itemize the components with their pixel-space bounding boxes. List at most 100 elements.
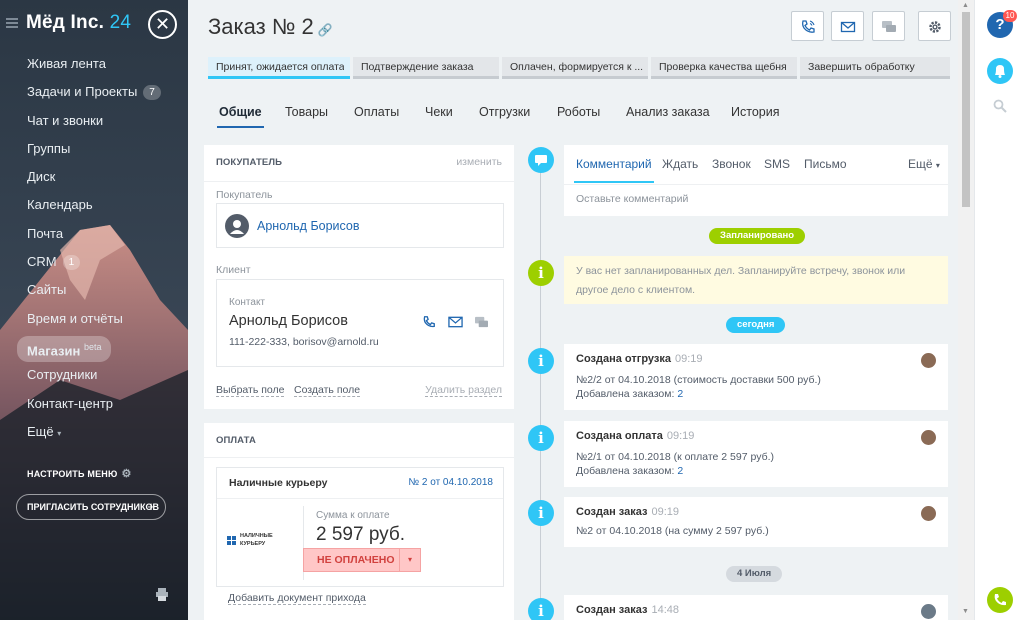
event-title: Создана отгрузка 09:19 — [576, 353, 703, 365]
sum-amount: 2 597 руб. — [316, 524, 406, 545]
sidebar-item-sites[interactable]: Сайты — [0, 279, 188, 307]
main-content: Заказ № 2 🔗 Принят, ожидается оплата Подт… — [188, 0, 974, 620]
comment-input[interactable]: Оставьте комментарий — [576, 193, 688, 205]
add-receipt-doc-link[interactable]: Добавить документ прихода — [228, 592, 366, 605]
email-button[interactable] — [831, 11, 864, 41]
vertical-scrollbar[interactable]: ▲ ▼ — [958, 0, 974, 620]
tab-analysis[interactable]: Анализ заказа — [626, 105, 710, 119]
scroll-down-icon[interactable]: ▼ — [962, 608, 969, 615]
buyer-box[interactable]: Арнольд Борисов — [216, 203, 504, 248]
contact-name[interactable]: Арнольд Борисов — [229, 313, 348, 329]
sidebar-item-more[interactable]: Ещё ▾ — [0, 421, 188, 449]
tab-robots[interactable]: Роботы — [557, 105, 600, 119]
contact-box: Контакт Арнольд Борисов 111-222-333, bor… — [216, 279, 504, 367]
payment-doc-link[interactable]: № 2 от 04.10.2018 — [408, 477, 493, 488]
wallet-icon — [227, 536, 236, 545]
section-title: ОПЛАТА — [216, 435, 256, 446]
event-sub: Добавлена заказом: 2 — [576, 388, 684, 400]
close-icon[interactable]: ✕ — [148, 10, 177, 39]
notifications-button[interactable] — [987, 58, 1013, 84]
edit-link[interactable]: изменить — [456, 156, 502, 168]
configure-menu-button[interactable]: НАСТРОИТЬ МЕНЮ ⚙ — [27, 467, 132, 480]
gear-icon — [929, 21, 941, 33]
sidebar-item-time[interactable]: Время и отчёты — [0, 308, 188, 336]
stage-item[interactable]: Принят, ожидается оплата — [208, 57, 350, 79]
order-stage-bar: Принят, ожидается оплата Подтверждение з… — [208, 57, 950, 79]
printer-icon[interactable] — [156, 588, 168, 601]
portal-logo[interactable]: Мёд Inc. 24 — [26, 12, 131, 34]
activity-tab-wait[interactable]: Ждать — [662, 157, 698, 171]
info-icon: i — [528, 348, 554, 374]
telephony-button[interactable] — [987, 587, 1013, 613]
avatar[interactable] — [921, 430, 936, 445]
activity-tab-comment[interactable]: Комментарий — [574, 157, 654, 183]
gear-icon: ⚙ — [121, 468, 132, 480]
scrollbar-thumb[interactable] — [962, 12, 970, 207]
sidebar-menu: Живая лента Задачи и Проекты 7 Чат и звон… — [0, 53, 188, 449]
payment-status-dropdown[interactable]: НЕ ОПЛАЧЕНО ▾ — [303, 548, 421, 572]
event-link[interactable]: №2/2 от 04.10.2018 (стоимость доставки 5… — [576, 374, 821, 386]
mail-icon[interactable] — [448, 316, 463, 328]
phone-icon — [802, 20, 815, 33]
tab-products[interactable]: Товары — [285, 105, 328, 119]
sidebar-item-mail[interactable]: Почта — [0, 223, 188, 251]
settings-button[interactable] — [918, 11, 951, 41]
activity-tab-sms[interactable]: SMS — [764, 157, 790, 171]
left-sidebar: Мёд Inc. 24 ✕ Живая лента Задачи и Проек… — [0, 0, 188, 620]
sidebar-item-calendar[interactable]: Календарь — [0, 194, 188, 222]
avatar[interactable] — [921, 353, 936, 368]
menu-burger-icon[interactable] — [6, 18, 18, 28]
activity-tab-call[interactable]: Звонок — [712, 157, 751, 171]
contact-info: 111-222-333, borisov@arnold.ru — [229, 336, 379, 348]
stage-item[interactable]: Подтверждение заказа — [353, 57, 499, 79]
phone-icon[interactable] — [422, 315, 436, 329]
sidebar-item-shop[interactable]: Магазин beta — [0, 335, 188, 364]
sidebar-item-groups[interactable]: Группы — [0, 138, 188, 166]
tab-payments[interactable]: Оплаты — [354, 105, 399, 119]
link-icon[interactable]: 🔗 — [318, 23, 333, 37]
avatar[interactable] — [921, 604, 936, 619]
call-button[interactable] — [791, 11, 824, 41]
event-title: Создан заказ 09:19 — [576, 506, 679, 518]
stage-item[interactable]: Оплачен, формируется к ... — [502, 57, 648, 79]
timeline-line — [540, 160, 541, 620]
sidebar-item-feed[interactable]: Живая лента — [0, 53, 188, 81]
sidebar-item-crm[interactable]: CRM 1 — [0, 251, 188, 279]
counter-badge: 7 — [143, 85, 161, 101]
activity-tab-email[interactable]: Письмо — [804, 157, 847, 171]
tab-shipments[interactable]: Отгрузки — [479, 105, 530, 119]
scroll-up-icon[interactable]: ▲ — [962, 2, 969, 9]
planned-badge: Запланировано — [709, 228, 806, 244]
select-field-link[interactable]: Выбрать поле — [216, 384, 285, 397]
avatar — [225, 214, 249, 238]
today-badge: сегодня — [726, 317, 786, 333]
sidebar-item-employees[interactable]: Сотрудники — [0, 364, 188, 392]
tab-receipts[interactable]: Чеки — [425, 105, 453, 119]
event-link[interactable]: №2/1 от 04.10.2018 (к оплате 2 597 руб.) — [576, 451, 774, 463]
avatar[interactable] — [921, 506, 936, 521]
stage-item[interactable]: Проверка качества щебня — [651, 57, 797, 79]
sidebar-item-contact-center[interactable]: Контакт-центр — [0, 393, 188, 421]
timeline-event: Создан заказ 09:19 №2 от 04.10.2018 (на с… — [564, 497, 948, 547]
tab-history[interactable]: История — [731, 105, 779, 119]
sidebar-item-disk[interactable]: Диск — [0, 166, 188, 194]
search-icon[interactable] — [993, 99, 1007, 113]
buyer-name-link[interactable]: Арнольд Борисов — [257, 219, 360, 233]
sidebar-item-tasks[interactable]: Задачи и Проекты 7 — [0, 81, 188, 109]
sum-label: Сумма к оплате — [316, 510, 390, 521]
chat-button[interactable] — [872, 11, 905, 41]
activity-tab-more[interactable]: Ещё ▾ — [908, 157, 940, 171]
invite-employees-button[interactable]: ПРИГЛАСИТЬ СОТРУДНИКОВ + — [16, 494, 166, 520]
stage-item[interactable]: Завершить обработку — [800, 57, 950, 79]
sidebar-item-chat[interactable]: Чат и звонки — [0, 110, 188, 138]
tab-general[interactable]: Общие — [217, 105, 264, 128]
page-title: Заказ № 2 🔗 — [208, 14, 333, 39]
timeline-event: Создан заказ 14:48 — [564, 595, 948, 620]
bell-icon — [995, 65, 1005, 78]
info-icon: i — [528, 500, 554, 526]
event-sub: Добавлена заказом: 2 — [576, 465, 684, 477]
delete-section-link[interactable]: Удалить раздел — [425, 384, 502, 397]
chat-icon[interactable] — [474, 316, 489, 329]
create-field-link[interactable]: Создать поле — [294, 384, 361, 397]
mail-icon — [840, 21, 856, 33]
